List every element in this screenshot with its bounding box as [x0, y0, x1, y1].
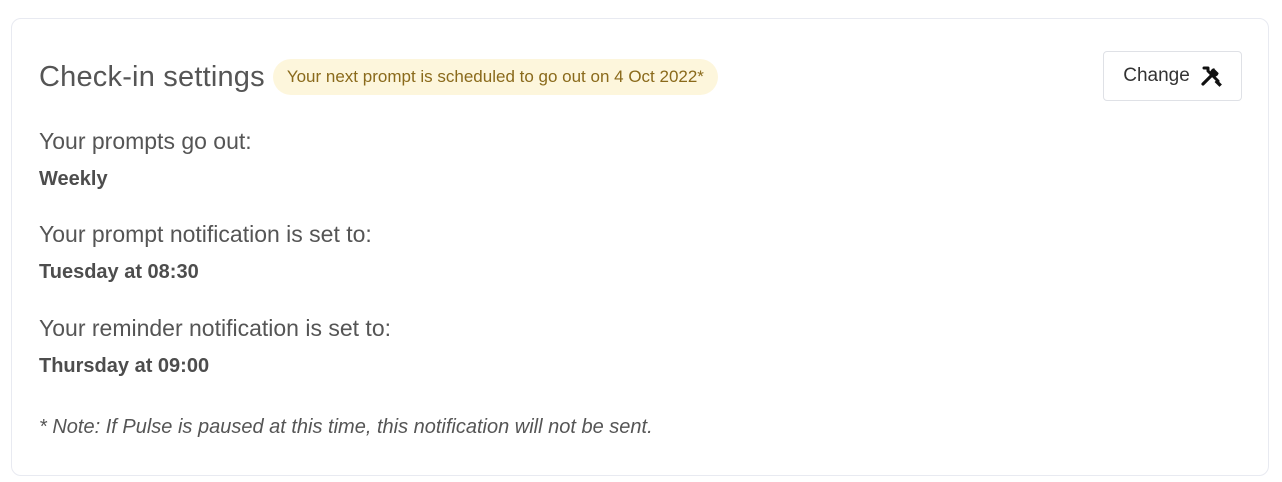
setting-value: Thursday at 09:00	[39, 355, 210, 377]
checkin-settings-card: Check-in settings Your next prompt is sc…	[11, 18, 1269, 476]
pause-note: * Note: If Pulse is paused at this time,…	[39, 416, 653, 438]
setting-label: Your prompt notification is set to:	[39, 221, 372, 247]
card-title: Check-in settings	[39, 60, 265, 93]
setting-prompt-notification: Your prompt notification is set to: Tues…	[39, 220, 372, 284]
next-prompt-badge: Your next prompt is scheduled to go out …	[272, 59, 718, 95]
change-button[interactable]: Change	[1103, 51, 1242, 101]
setting-frequency: Your prompts go out: Weekly	[39, 127, 252, 191]
tools-icon	[1200, 65, 1222, 87]
card-header: Check-in settings Your next prompt is sc…	[39, 59, 718, 95]
setting-reminder-notification: Your reminder notification is set to: Th…	[39, 314, 391, 378]
setting-label: Your prompts go out:	[39, 128, 252, 154]
setting-value: Weekly	[39, 168, 108, 190]
change-button-label: Change	[1123, 65, 1190, 86]
setting-label: Your reminder notification is set to:	[39, 315, 391, 341]
setting-value: Tuesday at 08:30	[39, 261, 199, 283]
